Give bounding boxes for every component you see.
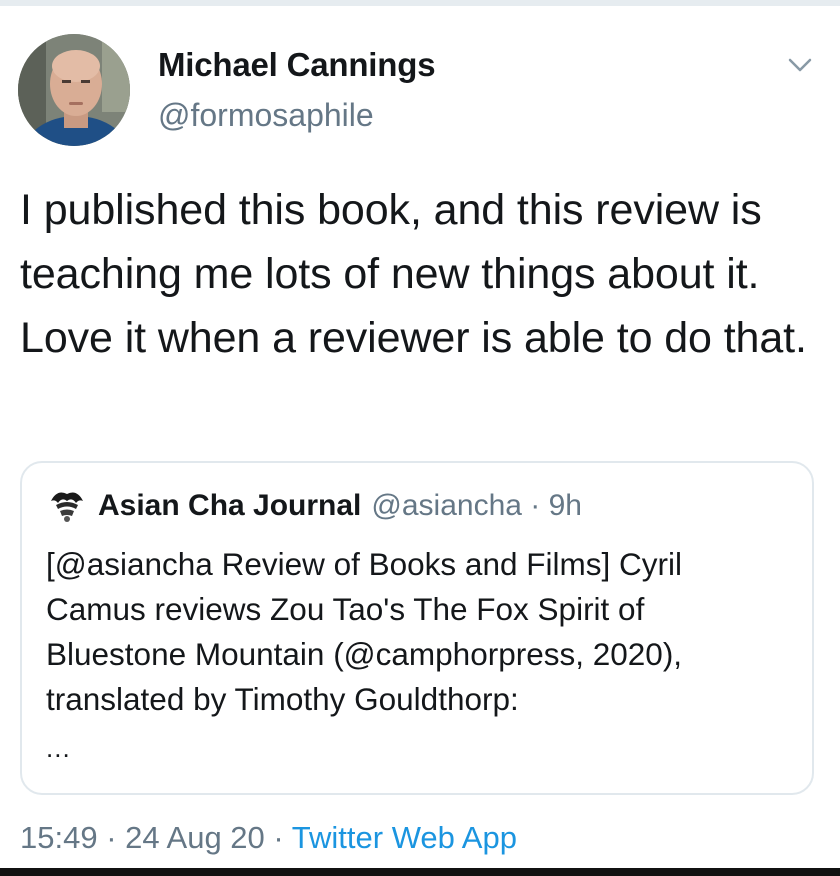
author-handle[interactable]: @formosaphile — [158, 97, 374, 134]
chevron-down-icon — [788, 58, 812, 72]
avatar-image — [18, 34, 130, 146]
quoted-tweet-text: [@asiancha Review of Books and Films] Cy… — [46, 546, 683, 717]
quoted-tweet-header: Asian Cha Journal @asiancha · 9h — [46, 485, 582, 527]
footer-separator: · — [106, 820, 126, 855]
tweet-text: I published this book, and this review i… — [20, 186, 807, 362]
asian-cha-logo-icon — [47, 486, 87, 526]
footer-separator: · — [273, 820, 292, 855]
tweet-time[interactable]: 15:49 — [20, 820, 98, 855]
avatar[interactable] — [18, 34, 130, 146]
more-options-button[interactable] — [780, 48, 820, 82]
tweet-source-link[interactable]: Twitter Web App — [292, 820, 517, 855]
author-name[interactable]: Michael Cannings — [158, 46, 436, 84]
quoted-tweet-card[interactable]: Asian Cha Journal @asiancha · 9h [@asian… — [20, 461, 814, 795]
tweet: Michael Cannings @formosaphile I publish… — [0, 6, 840, 868]
quoted-author-name[interactable]: Asian Cha Journal — [98, 489, 361, 523]
quoted-author-meta: @asiancha · 9h — [371, 489, 582, 522]
tweet-footer: 15:49 · 24 Aug 20 · Twitter Web App — [20, 820, 517, 856]
quoted-tweet-truncation: ... — [46, 733, 71, 763]
bottom-bar — [0, 868, 840, 876]
tweet-date[interactable]: 24 Aug 20 — [125, 820, 265, 855]
